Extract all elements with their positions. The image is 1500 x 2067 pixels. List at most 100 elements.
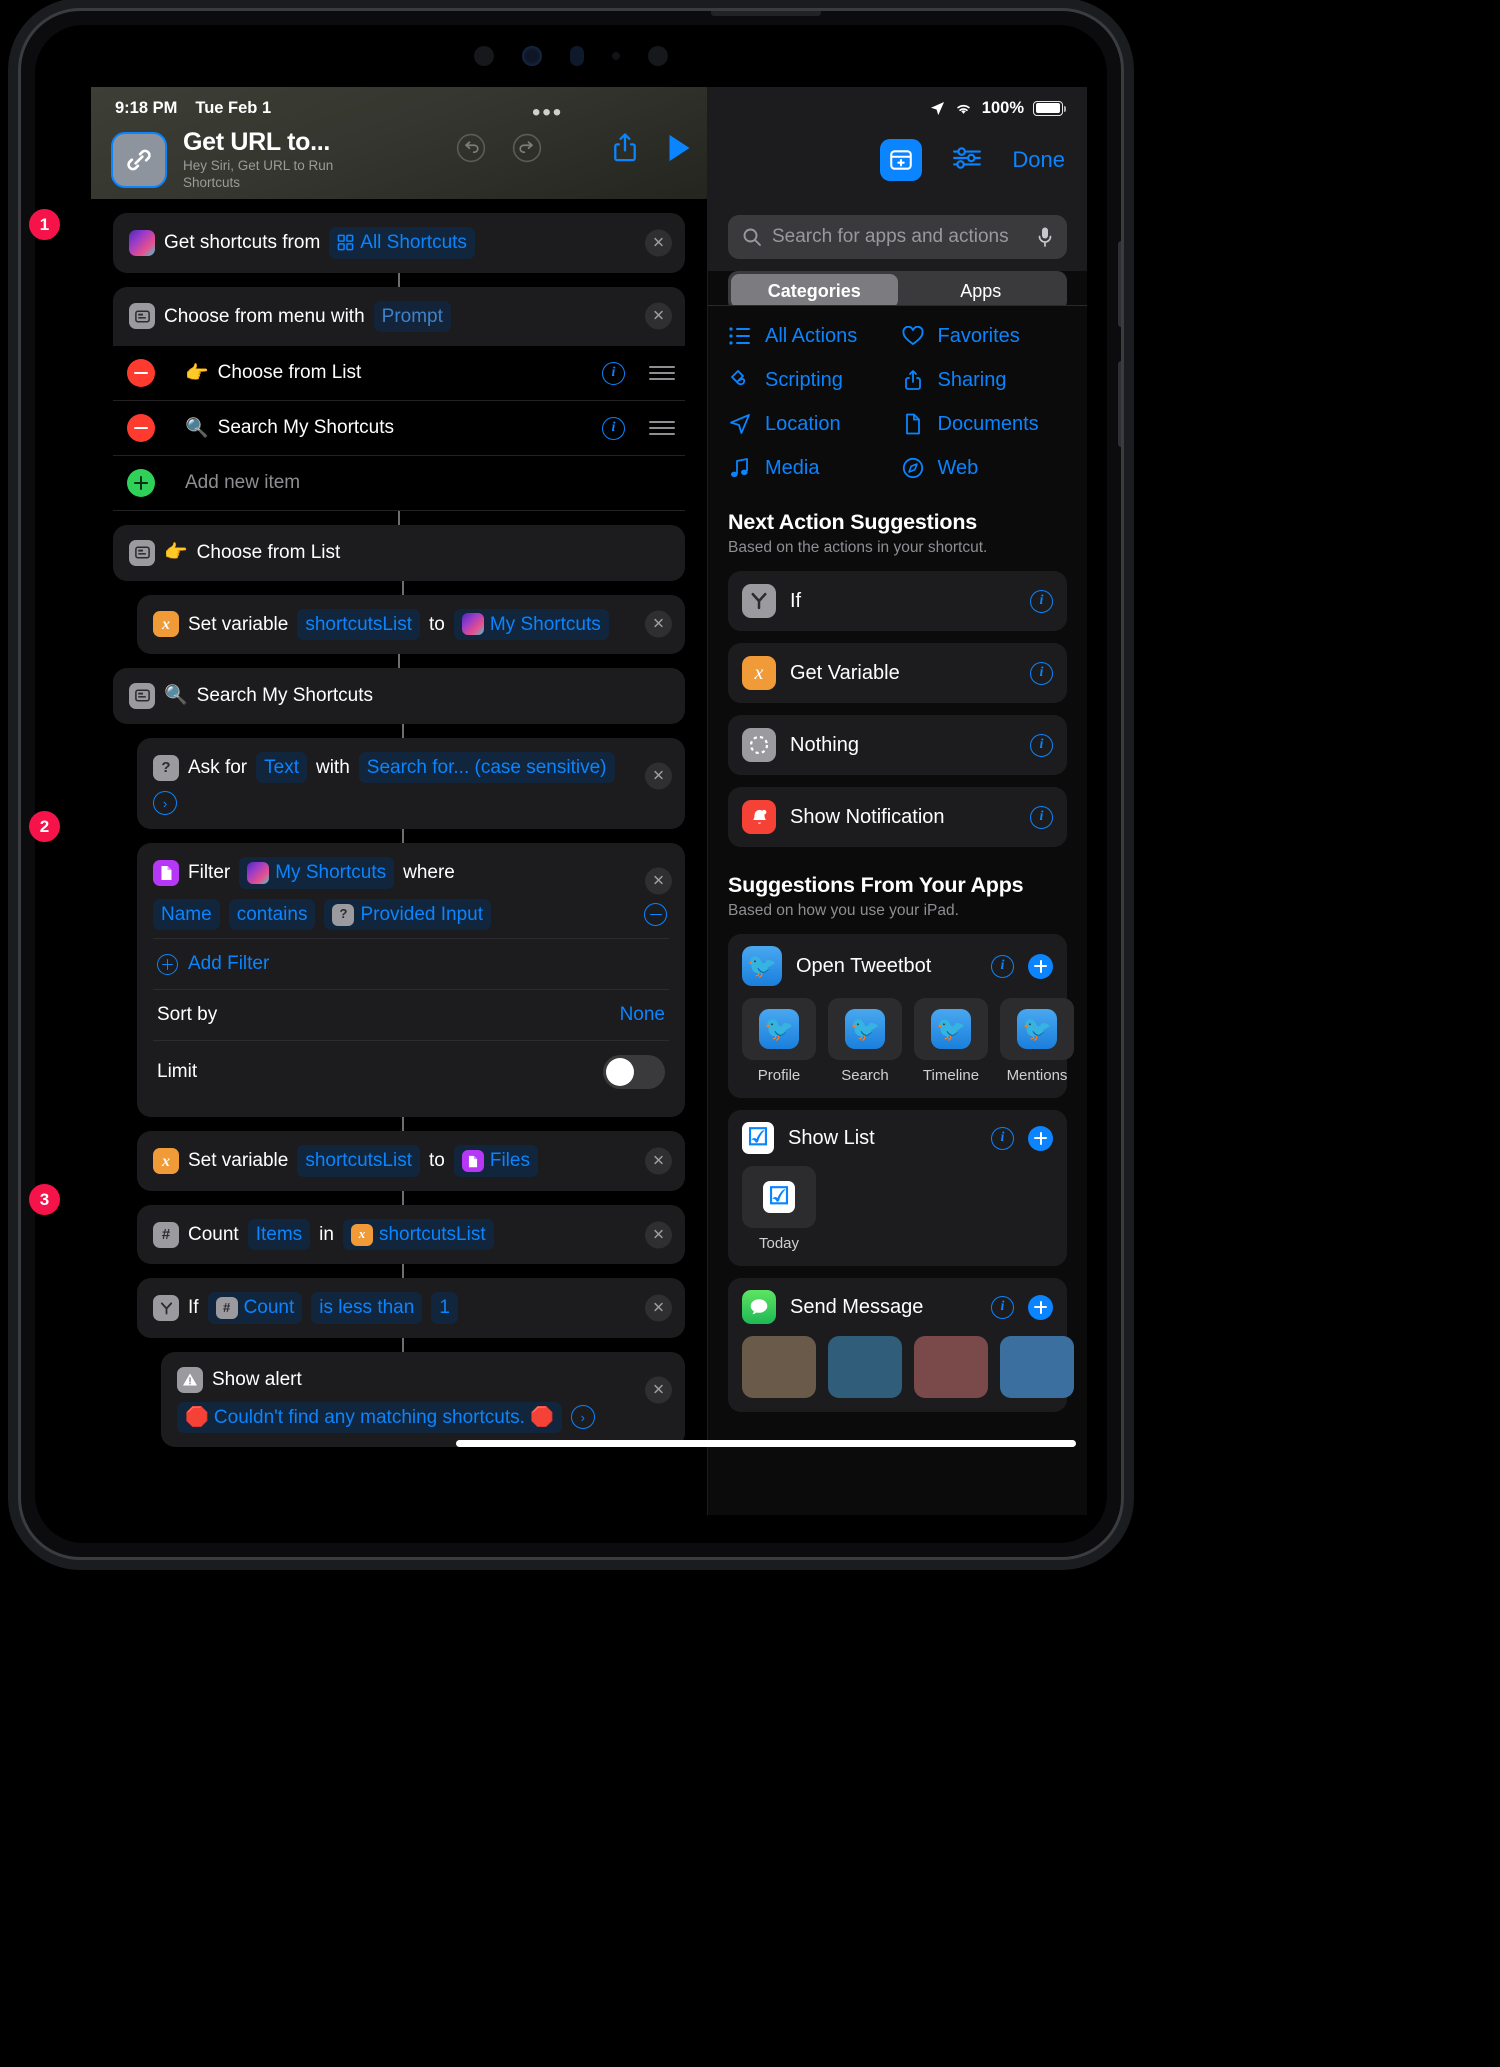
menu-item-row[interactable]: 🔍 Search My Shortcuts i [113, 401, 685, 457]
category-scripting[interactable]: Scripting [728, 368, 895, 392]
library-scroll-area[interactable]: All Actions Favorites Scripting Sharing … [708, 305, 1087, 1515]
action-ask-for-input[interactable]: ? Ask for Text with Search for... (case … [137, 737, 685, 830]
info-icon[interactable]: i [1030, 589, 1053, 613]
link-icon[interactable] [111, 132, 167, 188]
category-all-actions[interactable]: All Actions [728, 324, 895, 348]
token-comparison-operator[interactable]: is less than [311, 1292, 423, 1325]
search-input[interactable]: Search for apps and actions [728, 215, 1067, 259]
remove-action-button[interactable]: ✕ [645, 229, 672, 257]
token-alert-text[interactable]: 🛑 Couldn't find any matching shortcuts. … [177, 1401, 562, 1434]
add-suggestion-button[interactable] [1028, 1125, 1053, 1151]
chevron-right-icon[interactable]: › [570, 1405, 595, 1430]
suggestion-if[interactable]: If i [728, 571, 1067, 631]
tile-timeline[interactable]: 🐦 Timeline [914, 998, 988, 1084]
action-show-alert[interactable]: Show alert 🛑 Couldn't find any matching … [161, 1352, 685, 1448]
remove-menu-item-icon[interactable] [127, 359, 155, 388]
category-location[interactable]: Location [728, 412, 895, 436]
app-card-tweetbot[interactable]: 🐦 Open Tweetbot i 🐦 Profile 🐦 Search 🐦 T… [728, 934, 1074, 1098]
action-search-my-shortcuts[interactable]: 🔍 Search My Shortcuts [113, 668, 685, 724]
limit-row[interactable]: Limit [153, 1040, 669, 1103]
tile-profile[interactable]: 🐦 Profile [742, 998, 816, 1084]
remove-action-button[interactable]: ✕ [645, 867, 672, 895]
token-my-shortcuts[interactable]: My Shortcuts [453, 608, 609, 641]
remove-action-button[interactable]: ✕ [645, 1294, 672, 1322]
category-web[interactable]: Web [901, 456, 1068, 480]
tile-today[interactable]: ☑ Today [742, 1166, 816, 1252]
tile-contact[interactable] [828, 1336, 902, 1398]
action-count-items[interactable]: # Count Items in x shortcutsList ✕ [137, 1204, 685, 1265]
suggestion-show-notification[interactable]: Show Notification i [728, 787, 1067, 847]
tile-contact[interactable] [1000, 1336, 1074, 1398]
remove-action-button[interactable]: ✕ [645, 1376, 672, 1404]
limit-toggle[interactable] [603, 1055, 665, 1090]
sliders-icon[interactable] [952, 145, 982, 176]
remove-action-button[interactable]: ✕ [645, 1147, 672, 1175]
add-suggestion-button[interactable] [1028, 1294, 1053, 1320]
tab-apps[interactable]: Apps [898, 274, 1065, 308]
play-icon[interactable] [666, 133, 693, 163]
info-icon[interactable]: i [602, 361, 625, 385]
drag-handle-icon[interactable] [649, 365, 675, 381]
action-filter-files[interactable]: Filter My Shortcuts where ✕ Name contain… [137, 843, 685, 1118]
token-prompt-text[interactable]: Search for... (case sensitive) [358, 751, 615, 784]
remove-action-button[interactable]: ✕ [645, 1221, 672, 1249]
tile-contact[interactable] [914, 1336, 988, 1398]
category-documents[interactable]: Documents [901, 412, 1068, 436]
token-filter-value[interactable]: ? Provided Input [324, 898, 491, 931]
action-set-variable-shortcuts[interactable]: x Set variable shortcutsList to My Short… [137, 594, 685, 655]
category-favorites[interactable]: Favorites [901, 324, 1068, 348]
tile-contact[interactable] [742, 1336, 816, 1398]
share-icon[interactable] [610, 131, 640, 165]
remove-menu-item-icon[interactable] [127, 414, 155, 443]
drag-handle-icon[interactable] [649, 420, 675, 436]
info-icon[interactable]: i [1030, 661, 1053, 685]
info-icon[interactable]: i [991, 954, 1014, 978]
token-comparison-number[interactable]: 1 [431, 1292, 458, 1325]
info-icon[interactable]: i [1030, 805, 1053, 829]
tile-mentions[interactable]: 🐦 Mentions [1000, 998, 1074, 1084]
undo-icon[interactable] [456, 133, 486, 163]
token-count-type[interactable]: Items [247, 1218, 311, 1251]
info-icon[interactable]: i [991, 1126, 1014, 1150]
chevron-right-icon[interactable]: › [153, 791, 177, 816]
token-variable-name[interactable]: shortcutsList [297, 608, 420, 641]
info-icon[interactable]: i [602, 416, 625, 440]
token-input-type[interactable]: Text [256, 751, 307, 784]
volume-down-button[interactable] [1118, 361, 1121, 447]
token-filter-source[interactable]: My Shortcuts [239, 857, 395, 889]
menu-item-row[interactable]: 👉 Choose from List i [113, 346, 685, 402]
volume-up-button[interactable] [1118, 241, 1121, 327]
token-files[interactable]: Files [453, 1145, 538, 1177]
app-card-show-list[interactable]: ☑ Show List i ☑ Today [728, 1110, 1067, 1266]
token-filter-operator[interactable]: contains [228, 898, 316, 931]
remove-action-button[interactable]: ✕ [645, 762, 672, 790]
sort-by-row[interactable]: Sort by None [153, 989, 669, 1040]
add-icon[interactable] [127, 469, 155, 498]
remove-action-button[interactable]: ✕ [645, 610, 672, 638]
token-filter-field[interactable]: Name [153, 898, 220, 931]
token-prompt-placeholder[interactable]: Prompt [373, 300, 451, 333]
add-action-icon[interactable] [880, 139, 923, 181]
token-all-shortcuts[interactable]: All Shortcuts [329, 227, 475, 259]
suggestion-get-variable[interactable]: x Get Variable i [728, 643, 1067, 703]
add-filter-button[interactable]: Add Filter [157, 953, 269, 975]
category-media[interactable]: Media [728, 456, 895, 480]
microphone-icon[interactable] [1037, 226, 1053, 248]
sort-by-value[interactable]: None [620, 1004, 665, 1026]
add-suggestion-button[interactable] [1028, 953, 1053, 979]
token-count-var[interactable]: # Count [207, 1292, 303, 1325]
token-variable[interactable]: x shortcutsList [342, 1218, 494, 1251]
app-card-send-message[interactable]: Send Message i [728, 1278, 1074, 1412]
remove-action-button[interactable]: ✕ [645, 302, 672, 330]
category-sharing[interactable]: Sharing [901, 368, 1068, 392]
tile-search[interactable]: 🐦 Search [828, 998, 902, 1084]
redo-icon[interactable] [512, 133, 542, 163]
tab-categories[interactable]: Categories [731, 274, 898, 308]
suggestion-nothing[interactable]: Nothing i [728, 715, 1067, 775]
remove-filter-button[interactable] [644, 902, 667, 926]
action-set-variable-files[interactable]: x Set variable shortcutsList to Files ✕ [137, 1131, 685, 1191]
action-choose-from-list[interactable]: 👉 Choose from List [113, 525, 685, 581]
action-if-condition[interactable]: If # Count is less than 1 ✕ [137, 1278, 685, 1339]
action-get-shortcuts-from[interactable]: Get shortcuts from All Shortcuts ✕ [113, 213, 685, 273]
done-button[interactable]: Done [1012, 147, 1065, 173]
